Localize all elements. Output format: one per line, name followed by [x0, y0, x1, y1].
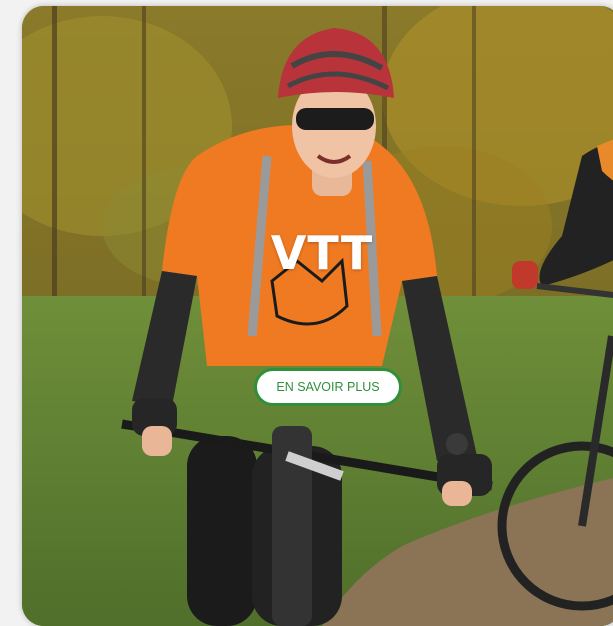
- activity-card[interactable]: VTT EN SAVOIR PLUS: [22, 6, 613, 626]
- card-title: VTT: [270, 226, 374, 280]
- background-photo: [22, 6, 613, 626]
- learn-more-button[interactable]: EN SAVOIR PLUS: [254, 368, 402, 406]
